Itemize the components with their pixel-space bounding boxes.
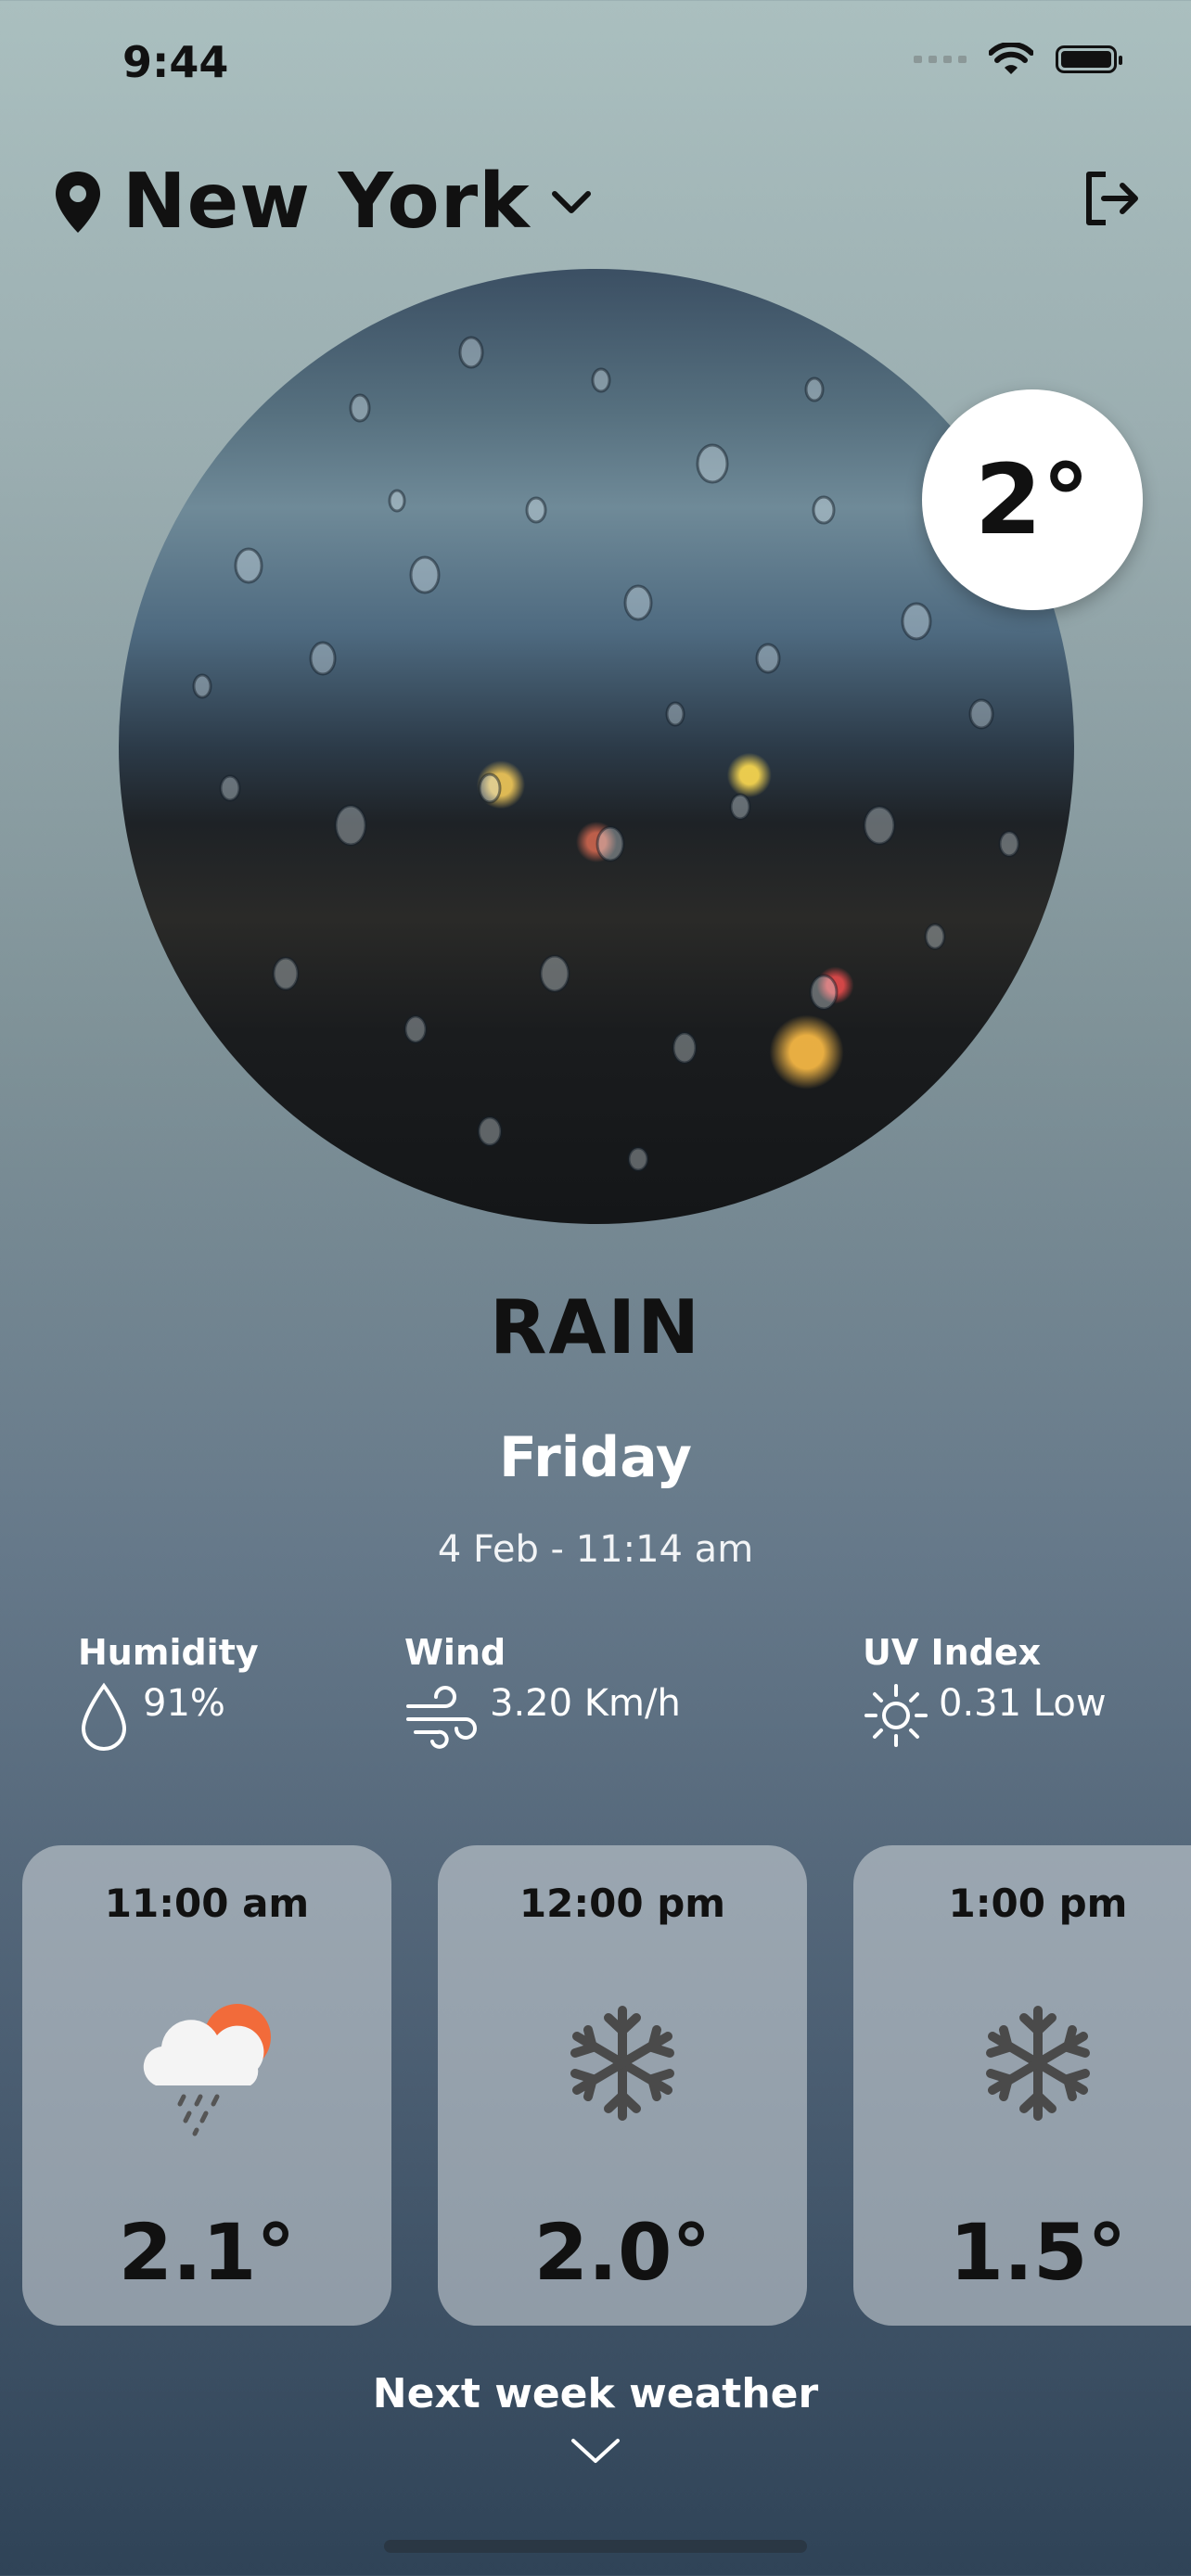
current-temperature-badge: 2° (922, 389, 1143, 610)
water-drop-icon (81, 1682, 127, 1751)
location-pin-icon (56, 171, 100, 233)
uv-value: 0.31 Low (939, 1682, 1107, 1725)
cloud-sun-rain-icon (143, 2004, 271, 2136)
wind-label: Wind (404, 1632, 506, 1673)
humidity-stat: Humidity 91% (78, 1632, 259, 1751)
humidity-label: Humidity (78, 1632, 259, 1673)
hourly-time: 1:00 pm (948, 1881, 1128, 1926)
wind-value: 3.20 Km/h (490, 1682, 681, 1725)
date-time: 4 Feb - 11:14 am (437, 1528, 754, 1571)
uv-label: UV Index (863, 1632, 1042, 1673)
hourly-card[interactable]: 11:00 am 2.1° (22, 1845, 391, 2326)
hourly-temp: 2.1° (118, 2207, 296, 2298)
next-week-weather-link[interactable]: Next week weather (0, 2370, 1191, 2417)
battery-icon (1056, 45, 1122, 73)
raindrops-overlay (192, 336, 1020, 1172)
weather-condition: RAIN (489, 1284, 702, 1371)
status-time: 9:44 (122, 37, 229, 87)
hourly-temp: 2.0° (533, 2207, 711, 2298)
logout-icon[interactable] (1082, 169, 1141, 228)
status-indicators (914, 43, 1122, 76)
sun-icon (864, 1684, 928, 1747)
wind-icon (406, 1686, 477, 1749)
cellular-signal-icon (914, 56, 967, 63)
humidity-value: 91% (143, 1682, 225, 1725)
uv-stat: UV Index 0.31 Low (863, 1632, 1107, 1749)
city-name: New York (122, 158, 531, 246)
snowflake-icon (986, 2006, 1090, 2121)
hourly-card[interactable]: 12:00 pm 2.0° (438, 1845, 807, 2326)
wind-stat: Wind 3.20 Km/h (404, 1632, 681, 1749)
hourly-card[interactable]: 1:00 pm 1.5° (853, 1845, 1191, 2326)
chevron-down-icon[interactable] (568, 2435, 623, 2467)
snowflake-icon (570, 2006, 674, 2121)
hourly-time: 11:00 am (104, 1881, 310, 1926)
wifi-icon (989, 43, 1033, 74)
hourly-time: 12:00 pm (519, 1881, 726, 1926)
hourly-temp: 1.5° (949, 2207, 1127, 2298)
home-indicator[interactable] (384, 2540, 807, 2553)
location-selector[interactable]: New York (54, 158, 592, 246)
weekday: Friday (498, 1425, 692, 1490)
weather-image (119, 269, 1074, 1224)
chevron-down-icon (551, 190, 591, 213)
